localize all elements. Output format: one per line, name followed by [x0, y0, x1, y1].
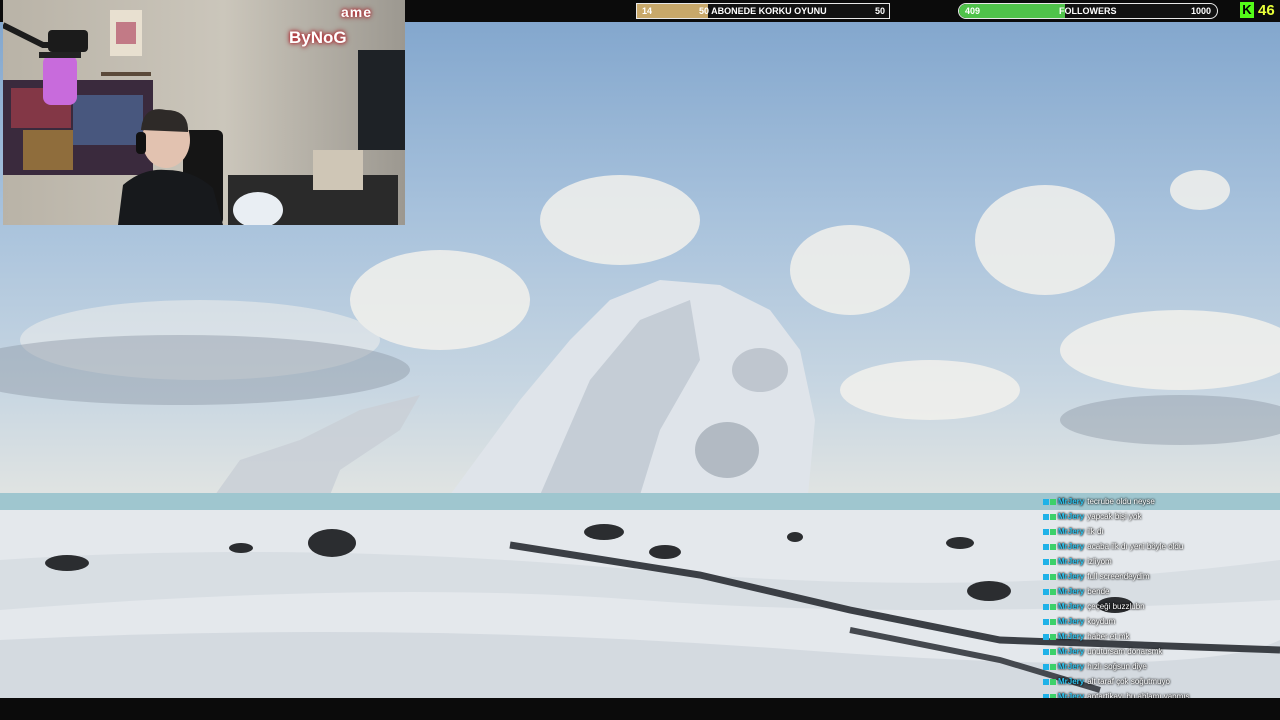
chat-text: acaba ilk dı yeni böyle oldu [1087, 542, 1184, 551]
subscriber-badge-icon [1043, 633, 1049, 640]
subscriber-badge-icon [1043, 618, 1049, 625]
chat-text: alt taraf çok soğutmuyo [1087, 677, 1170, 686]
subscriber-badge-icon [1043, 528, 1049, 535]
kick-logo-icon: K [1240, 2, 1254, 18]
followers-goal-target: 1000 [1190, 6, 1211, 16]
chat-text: çeçeği buzzlubn [1087, 602, 1145, 611]
chat-username: MrJery [1058, 647, 1085, 656]
chat-username: MrJery [1058, 617, 1085, 626]
chat-username: MrJery [1058, 662, 1085, 671]
chat-message: MrJery tecrube oldu neyse [1043, 494, 1280, 509]
chat-username: MrJery [1058, 632, 1085, 641]
verified-badge-icon [1050, 663, 1056, 670]
verified-badge-icon [1050, 648, 1056, 655]
logo-text-main: ByNoG [289, 28, 347, 47]
followers-goal-current: 409 [965, 6, 981, 16]
verified-badge-icon [1050, 618, 1056, 625]
chat-text: hızlı soğsun diye [1087, 662, 1147, 671]
chat-username: MrJery [1058, 677, 1085, 686]
verified-badge-icon [1050, 543, 1056, 550]
chat-message: MrJery yapcak bişi yok [1043, 509, 1280, 524]
followers-goal-bar: 409 FOLLOWERS 1000 [958, 3, 1218, 19]
subscriber-badge-icon [1043, 573, 1049, 580]
verified-badge-icon [1050, 573, 1056, 580]
chat-message: MrJery haber et mk [1043, 629, 1280, 644]
verified-badge-icon [1050, 678, 1056, 685]
verified-badge-icon [1050, 633, 1056, 640]
chat-message: MrJery bende [1043, 584, 1280, 599]
chat-overlay: MrJery tecrube oldu neyse MrJery yapcak biş… [1043, 494, 1280, 719]
subscriber-badge-icon [1043, 603, 1049, 610]
chat-message: MrJery hızlı soğsun diye [1043, 659, 1280, 674]
verified-badge-icon [1050, 588, 1056, 595]
chat-message: MrJery acaba ilk dı yeni böyle oldu [1043, 539, 1280, 554]
chat-text: yapcak bişi yok [1087, 512, 1142, 521]
subscriber-badge-icon [1043, 558, 1049, 565]
chat-text: ilk dı [1087, 527, 1104, 536]
followers-goal-label: FOLLOWERS [1059, 6, 1117, 16]
subscriber-badge-icon [1043, 648, 1049, 655]
subscriber-goal-label: 50 ABONEDE KORKU OYUNU [699, 6, 827, 16]
verified-badge-icon [1050, 498, 1056, 505]
chat-text: izliyom [1087, 557, 1112, 566]
subscriber-badge-icon [1043, 543, 1049, 550]
chat-text: bende [1087, 587, 1110, 596]
chat-username: MrJery [1058, 557, 1085, 566]
chat-username: MrJery [1058, 587, 1085, 596]
subscriber-badge-icon [1043, 513, 1049, 520]
chat-text: tecrube oldu neyse [1087, 497, 1155, 506]
chat-text: unutursam donarsmk [1087, 647, 1163, 656]
chat-message: MrJery full screendeydim [1043, 569, 1280, 584]
subscriber-badge-icon [1043, 588, 1049, 595]
subscriber-goal-current: 14 [642, 6, 653, 16]
chat-username: MrJery [1058, 527, 1085, 536]
logo-text-suffix: ame [341, 4, 373, 20]
chat-text: haber et mk [1087, 632, 1130, 641]
verified-badge-icon [1050, 603, 1056, 610]
chat-text: koydum [1087, 617, 1116, 626]
chat-username: MrJery [1058, 542, 1085, 551]
chat-username: MrJery [1058, 512, 1085, 521]
chat-message: MrJery unutursam donarsmk [1043, 644, 1280, 659]
chat-message: MrJery izliyom [1043, 554, 1280, 569]
subscriber-badge-icon [1043, 498, 1049, 505]
verified-badge-icon [1050, 528, 1056, 535]
chat-username: MrJery [1058, 572, 1085, 581]
subscriber-goal-target: 50 [874, 6, 885, 16]
chat-message: MrJery ilk dı [1043, 524, 1280, 539]
chat-message: MrJery koydum [1043, 614, 1280, 629]
verified-badge-icon [1050, 513, 1056, 520]
chat-message: MrJery çeçeği buzzlubn [1043, 599, 1280, 614]
verified-badge-icon [1050, 558, 1056, 565]
chat-text: full screendeydim [1087, 572, 1150, 581]
chat-username: MrJery [1058, 602, 1085, 611]
subscriber-goal-bar: 14 50 ABONEDE KORKU OYUNU 50 [636, 3, 890, 19]
viewer-count: 46 [1258, 2, 1275, 19]
stream-bottom-bar [0, 698, 1280, 720]
webcam-overlay: ByNoG ame [3, 0, 405, 225]
chat-username: MrJery [1058, 497, 1085, 506]
chat-message: MrJery alt taraf çok soğutmuyo [1043, 674, 1280, 689]
subscriber-badge-icon [1043, 678, 1049, 685]
subscriber-badge-icon [1043, 663, 1049, 670]
